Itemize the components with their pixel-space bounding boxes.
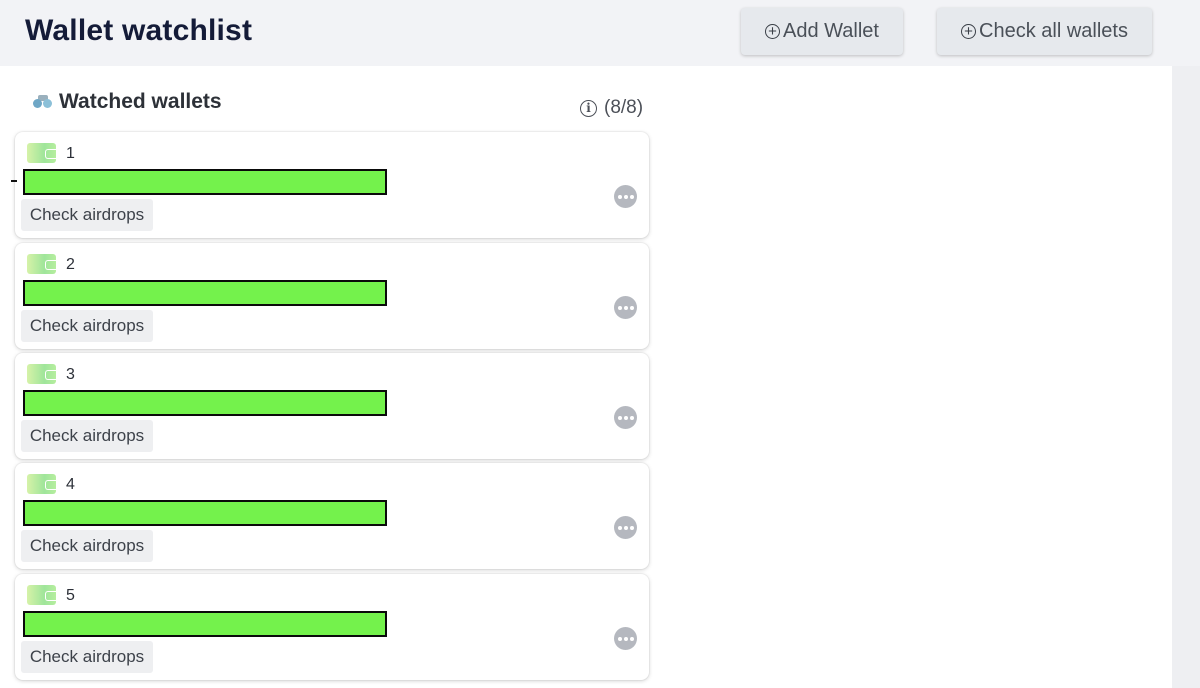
wallet-count-text: (8/8) xyxy=(604,97,644,118)
wallet-icon xyxy=(27,585,56,605)
wallet-address-redacted xyxy=(23,611,387,637)
section-title: Watched wallets xyxy=(59,90,222,113)
wallet-icon xyxy=(27,474,56,494)
plus-circle-icon: + xyxy=(961,24,977,39)
check-all-wallets-button[interactable]: + Check all wallets xyxy=(937,8,1152,55)
wallet-count: i (8/8) xyxy=(580,97,643,119)
info-icon[interactable]: i xyxy=(580,99,597,117)
wallet-icon xyxy=(27,254,56,274)
check-airdrops-button[interactable]: Check airdrops xyxy=(21,199,153,231)
wallet-icon xyxy=(27,364,56,384)
check-airdrops-button[interactable]: Check airdrops xyxy=(21,530,153,562)
more-icon[interactable] xyxy=(614,627,637,650)
wallet-card[interactable]: 3 Check airdrops xyxy=(15,353,649,459)
plus-circle-icon: + xyxy=(765,24,781,39)
wallet-address-redacted xyxy=(23,280,387,306)
more-icon[interactable] xyxy=(614,296,637,319)
binoculars-icon xyxy=(33,95,53,109)
scroll-gutter xyxy=(1172,66,1200,688)
more-icon[interactable] xyxy=(614,516,637,539)
wallet-card[interactable]: 2 Check airdrops xyxy=(15,243,649,349)
check-airdrops-button[interactable]: Check airdrops xyxy=(21,310,153,342)
wallet-card[interactable]: 1 Check airdrops xyxy=(11,132,649,238)
add-wallet-label: Add Wallet xyxy=(783,20,879,42)
wallet-card[interactable]: 4 Check airdrops xyxy=(15,463,649,569)
wallet-card[interactable]: 5 Check airdrops xyxy=(15,574,649,680)
page-title: Wallet watchlist xyxy=(25,14,253,47)
wallet-address-redacted xyxy=(23,390,387,416)
wallet-number: 2 xyxy=(66,256,75,273)
more-icon[interactable] xyxy=(614,406,637,429)
more-icon[interactable] xyxy=(614,185,637,208)
wallet-number: 4 xyxy=(66,476,75,493)
wallet-address-redacted xyxy=(23,169,387,195)
check-airdrops-button[interactable]: Check airdrops xyxy=(21,641,153,673)
wallet-number: 5 xyxy=(66,587,75,604)
check-all-wallets-label: Check all wallets xyxy=(979,20,1128,42)
section-header: Watched wallets xyxy=(33,90,222,114)
divider xyxy=(11,180,17,182)
add-wallet-button[interactable]: + Add Wallet xyxy=(741,8,903,55)
check-airdrops-button[interactable]: Check airdrops xyxy=(21,420,153,452)
page-header: Wallet watchlist + Add Wallet + Check al… xyxy=(0,0,1200,66)
wallet-icon xyxy=(27,143,56,163)
wallet-address-redacted xyxy=(23,500,387,526)
wallet-number: 3 xyxy=(66,366,75,383)
wallet-number: 1 xyxy=(66,145,75,162)
